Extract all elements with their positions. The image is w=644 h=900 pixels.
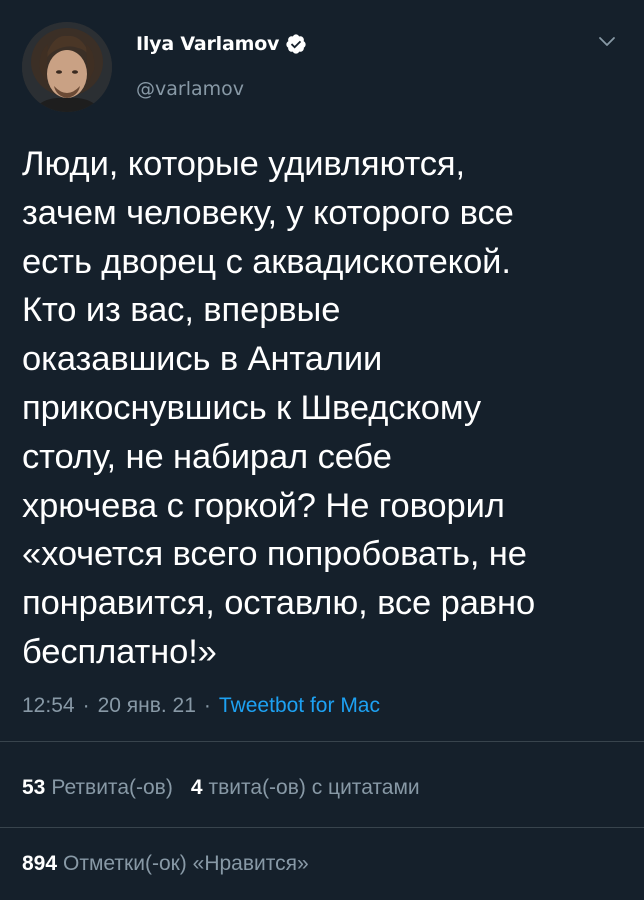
author-handle[interactable]: @varlamov xyxy=(136,78,244,100)
retweets-stat[interactable]: 53 Ретвита(-ов) xyxy=(22,776,173,800)
author-name-row[interactable]: Ilya Varlamov xyxy=(136,32,307,56)
meta-separator: · xyxy=(203,694,211,717)
tweet-date[interactable]: 20 янв. 21 xyxy=(98,694,196,718)
chevron-down-icon[interactable] xyxy=(597,32,617,52)
verified-badge-icon xyxy=(285,33,307,55)
meta-separator: · xyxy=(82,694,90,717)
divider xyxy=(0,827,644,828)
retweets-count: 53 xyxy=(22,776,46,799)
quotes-stat[interactable]: 4 твита(-ов) с цитатами xyxy=(191,776,420,800)
avatar-image xyxy=(22,22,112,112)
avatar[interactable] xyxy=(22,22,112,112)
likes-stats-row: 894 Отметки(-ок) «Нравится» xyxy=(22,852,309,876)
retweet-stats-row: 53 Ретвита(-ов) 4 твита(-ов) с цитатами xyxy=(22,776,420,800)
quotes-count: 4 xyxy=(190,776,203,799)
tweet-source-link[interactable]: Tweetbot for Mac xyxy=(219,694,380,718)
quotes-label: твита(-ов) с цитатами xyxy=(208,776,420,799)
likes-label: Отметки(-ок) «Нравится» xyxy=(63,852,309,875)
retweets-label: Ретвита(-ов) xyxy=(51,776,173,799)
author-name[interactable]: Ilya Varlamov xyxy=(136,33,279,55)
tweet-text: Люди, которые удивляются, зачем человеку… xyxy=(22,145,536,671)
likes-count: 894 xyxy=(22,852,58,875)
tweet-meta: 12:54 · 20 янв. 21 · Tweetbot for Mac xyxy=(22,694,380,718)
likes-stat[interactable]: 894 Отметки(-ок) «Нравится» xyxy=(22,852,309,876)
tweet-time[interactable]: 12:54 xyxy=(22,694,75,718)
divider xyxy=(0,741,644,742)
tweet: Ilya Varlamov @varlamov Люди, которые уд… xyxy=(0,0,644,900)
